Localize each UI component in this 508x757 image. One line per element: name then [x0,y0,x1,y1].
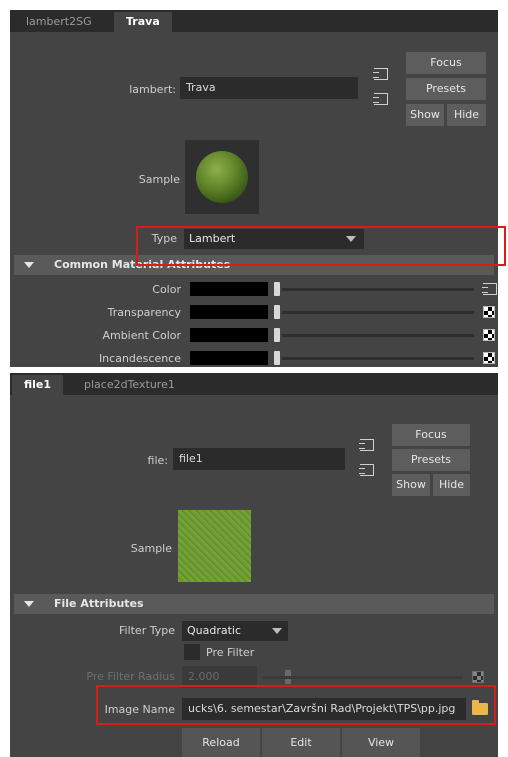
material-name-label: lambert: [129,83,176,96]
sample-label: Sample [130,542,172,555]
file-name-label: file: [147,454,168,467]
incandescence-slider-handle[interactable] [274,351,280,365]
focus-button[interactable]: Focus [406,52,486,74]
transparency-slider-handle[interactable] [274,305,280,319]
output-connection-icon[interactable] [373,93,388,105]
tab-file1[interactable]: file1 [12,375,64,395]
hide-button[interactable]: Hide [433,474,470,496]
input-connection-icon[interactable] [373,68,388,80]
output-connection-icon[interactable] [482,283,497,295]
presets-button[interactable]: Presets [392,449,470,471]
sphere-preview [196,151,248,203]
pre-filter-radius-slider-track[interactable] [263,676,463,679]
collapse-triangle-icon [24,601,34,607]
checker-map-icon[interactable] [472,671,484,683]
pre-filter-checkbox[interactable] [184,644,200,660]
pre-filter-radius-label: Pre Filter Radius [86,670,175,683]
incandescence-slider-track[interactable] [282,357,474,360]
file-name-field[interactable]: file1 [173,448,345,470]
highlight-box [136,226,506,266]
filter-type-label: Filter Type [118,624,175,637]
section-header-file-attributes[interactable]: File Attributes [14,594,494,614]
tab-lambert2sg[interactable]: lambert2SG [14,12,104,32]
tab-bar: lambert2SG Trava [10,10,498,32]
pre-filter-label: Pre Filter [206,646,255,659]
checker-map-icon[interactable] [483,329,495,341]
ambient-color-slider-handle[interactable] [274,328,280,342]
tab-place2dtexture1[interactable]: place2dTexture1 [72,375,187,395]
incandescence-label: Incandescence [98,352,181,365]
color-swatch[interactable] [190,282,268,296]
material-swatch [185,140,259,214]
show-button[interactable]: Show [392,474,430,496]
ambient-color-slider-track[interactable] [282,334,474,337]
checker-map-icon[interactable] [483,352,495,364]
incandescence-swatch[interactable] [190,351,268,365]
highlight-box [96,685,496,725]
material-name-field[interactable]: Trava [180,77,358,99]
view-button[interactable]: View [342,728,420,757]
file-attribute-editor: file1 place2dTexture1 file: file1 Focus … [10,373,498,757]
texture-preview [178,510,251,582]
show-button[interactable]: Show [406,104,444,126]
reload-button[interactable]: Reload [182,728,260,757]
output-connection-icon[interactable] [359,464,374,476]
tab-bar: file1 place2dTexture1 [10,373,498,395]
ambient-color-swatch[interactable] [190,328,268,342]
filter-type-value: Quadratic [187,624,242,637]
section-title: File Attributes [54,597,144,610]
filter-type-dropdown[interactable]: Quadratic [182,621,288,641]
focus-button[interactable]: Focus [392,424,470,446]
edit-button[interactable]: Edit [262,728,340,757]
ambient-color-label: Ambient Color [102,329,181,342]
collapse-triangle-icon [24,262,34,268]
transparency-swatch[interactable] [190,305,268,319]
checker-map-icon[interactable] [483,306,495,318]
sample-label: Sample [138,173,180,186]
color-slider-track[interactable] [282,288,474,291]
color-label: Color [152,283,181,296]
input-connection-icon[interactable] [359,439,374,451]
tab-trava[interactable]: Trava [114,12,172,32]
presets-button[interactable]: Presets [406,78,486,100]
hide-button[interactable]: Hide [447,104,486,126]
material-attribute-editor: lambert2SG Trava lambert: Trava Focus Pr… [10,10,506,367]
transparency-slider-track[interactable] [282,311,474,314]
chevron-down-icon [272,628,282,634]
transparency-label: Transparency [107,306,181,319]
color-slider-handle[interactable] [274,282,280,296]
